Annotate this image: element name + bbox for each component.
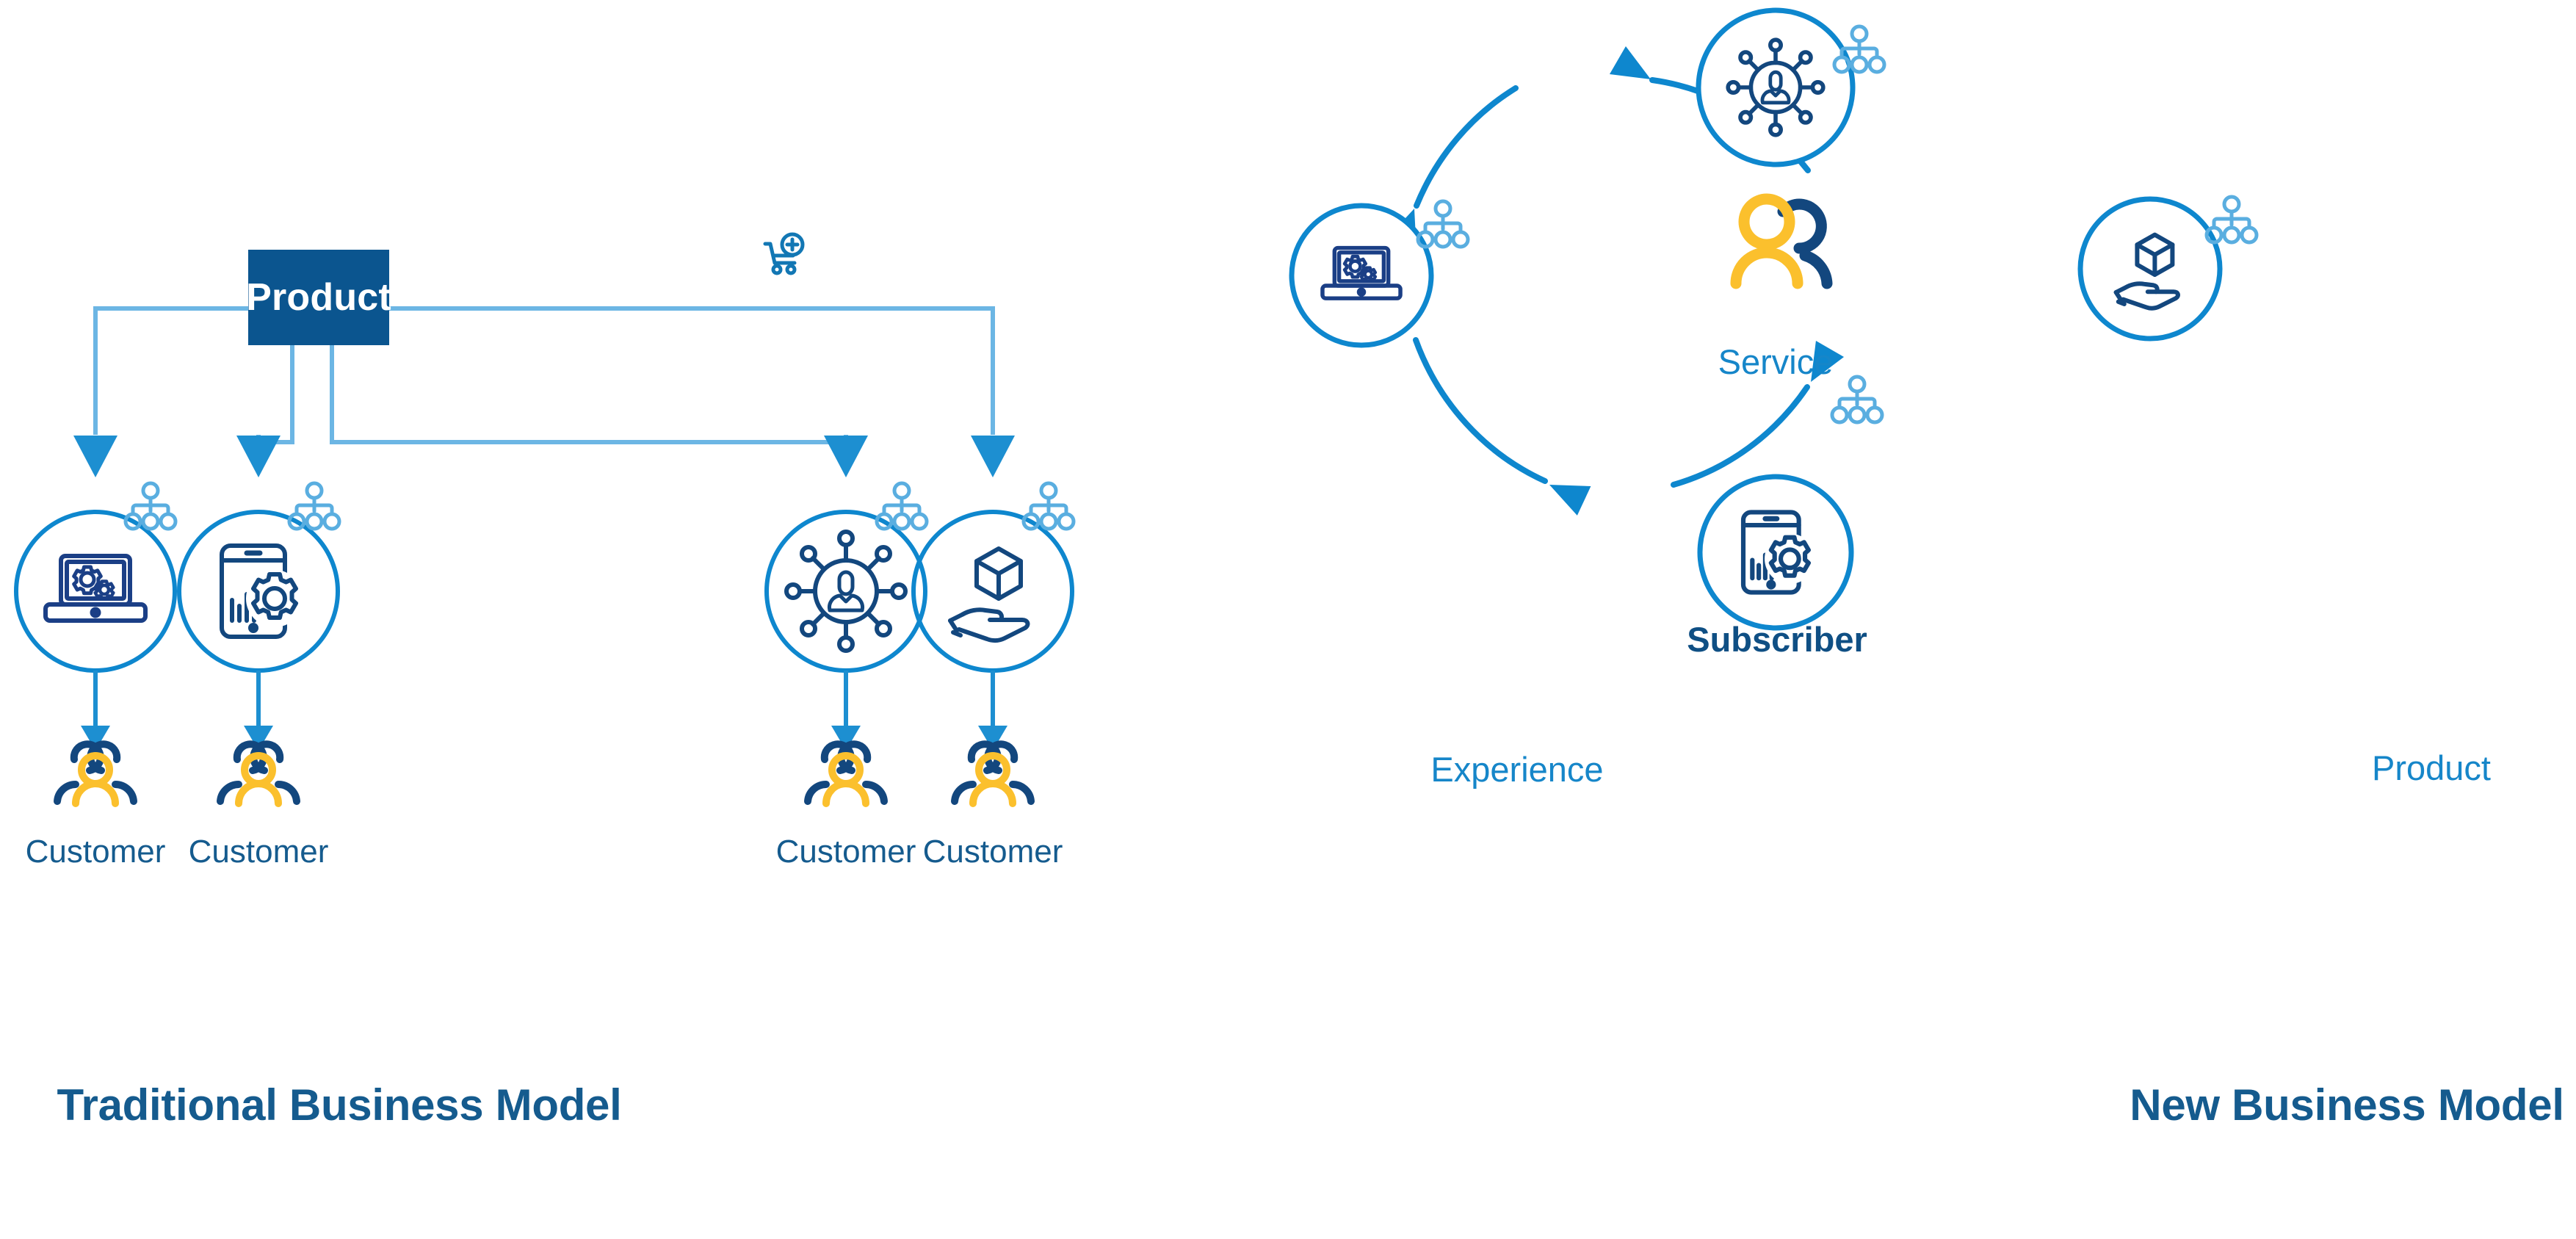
right-panel-title: New Business Model	[2130, 1080, 2564, 1130]
org-chart-icon-mobile	[1830, 375, 1884, 425]
customer-icons-group	[54, 740, 1035, 807]
arc-experience-to-mobile	[1413, 337, 1548, 484]
connector-branch-3	[330, 345, 848, 444]
cycle-circle-service	[1696, 7, 1856, 167]
new-business-model-panel: Service Experience Product Subscriber Ne…	[1288, 0, 2576, 1239]
connector-branch-2	[256, 345, 294, 444]
left-panel-title: Traditional Business Model	[57, 1080, 622, 1130]
arrowhead-to-service	[1609, 46, 1651, 79]
branch-circles	[14, 510, 1074, 673]
network-person-icon	[784, 530, 908, 653]
product-node[interactable]: Product	[246, 250, 391, 345]
org-chart-badges-left	[123, 481, 1076, 531]
customer-label-4: Customer	[922, 834, 1063, 870]
cycle-label-product: Product	[2372, 748, 2491, 787]
connector-branch-1	[93, 306, 248, 435]
diagram-canvas: Product Customer Customer Customer Custo…	[0, 0, 2576, 1239]
branch-circle-3	[764, 510, 927, 673]
branch-circle-4	[911, 510, 1074, 673]
arrowhead-branch-2	[236, 436, 281, 477]
cart-plus-icon	[763, 232, 805, 275]
arc-service-to-experience	[1414, 85, 1519, 209]
arrowhead-to-mobile	[1549, 485, 1591, 516]
cycle-circle-product	[2077, 196, 2223, 342]
cycle-label-experience: Experience	[1430, 750, 1604, 789]
arrowhead-branch-1	[73, 436, 117, 477]
customer-label-1: Customer	[25, 834, 166, 870]
circle-to-customer-arrows	[81, 671, 1007, 751]
left-panel-graphics	[14, 232, 1076, 807]
cycle-label-service: Service	[1718, 342, 1834, 381]
customer-label-2: Customer	[188, 834, 329, 870]
two-people-icon	[1730, 193, 1833, 289]
three-people-icon-4	[951, 740, 1035, 807]
subscriber-label: Subscriber	[1687, 620, 1867, 659]
traditional-business-model-panel: Product Customer Customer Customer Custo…	[0, 0, 1288, 1239]
tree-connectors	[93, 306, 995, 444]
org-chart-icon-experience	[1416, 199, 1470, 249]
arc-mobile-to-product	[1671, 384, 1810, 488]
arrowhead-branch-3	[824, 436, 868, 477]
right-panel-graphics	[1289, 7, 2259, 631]
three-people-icon-1	[54, 740, 137, 807]
arrowhead-branch-4	[971, 436, 1015, 477]
hand-box-icon	[948, 546, 1030, 643]
product-node-label: Product	[246, 276, 391, 319]
three-people-icon-2	[217, 740, 300, 807]
connector-branch-4	[389, 306, 995, 435]
mobile-chart-gear-icon	[220, 543, 303, 639]
three-people-icon-3	[804, 740, 888, 807]
customer-label-3: Customer	[775, 834, 916, 870]
laptop-gears-icon	[43, 554, 148, 623]
